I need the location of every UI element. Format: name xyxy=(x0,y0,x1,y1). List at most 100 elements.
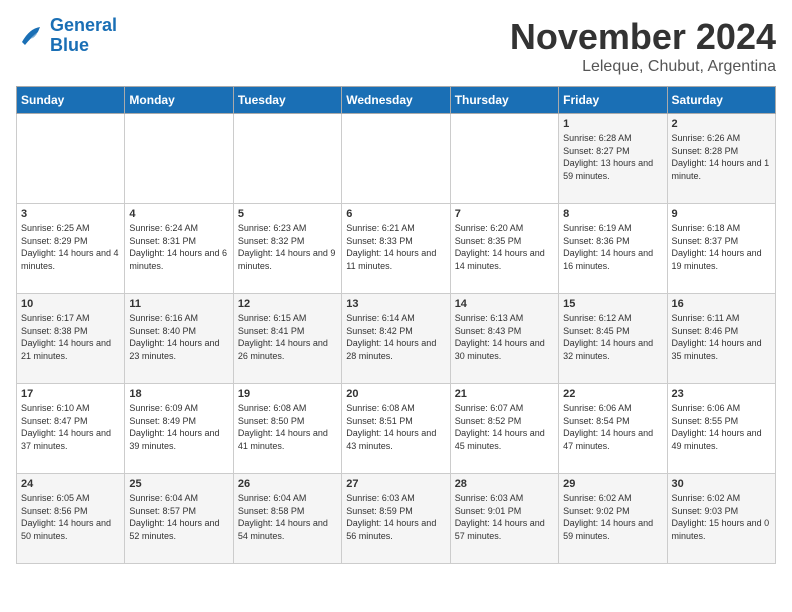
day-detail: Sunrise: 6:05 AMSunset: 8:56 PMDaylight:… xyxy=(21,492,120,542)
header-thursday: Thursday xyxy=(450,87,558,114)
day-number: 5 xyxy=(238,208,337,220)
day-detail: Sunrise: 6:10 AMSunset: 8:47 PMDaylight:… xyxy=(21,402,120,452)
day-number: 18 xyxy=(129,388,228,400)
calendar-cell: 27 Sunrise: 6:03 AMSunset: 8:59 PMDaylig… xyxy=(342,474,450,564)
week-row-1: 3 Sunrise: 6:25 AMSunset: 8:29 PMDayligh… xyxy=(17,204,776,294)
day-number: 14 xyxy=(455,298,554,310)
day-number: 6 xyxy=(346,208,445,220)
day-detail: Sunrise: 6:06 AMSunset: 8:54 PMDaylight:… xyxy=(563,402,662,452)
header-friday: Friday xyxy=(559,87,667,114)
calendar-cell: 11 Sunrise: 6:16 AMSunset: 8:40 PMDaylig… xyxy=(125,294,233,384)
day-detail: Sunrise: 6:06 AMSunset: 8:55 PMDaylight:… xyxy=(672,402,771,452)
day-number: 17 xyxy=(21,388,120,400)
calendar-cell xyxy=(342,114,450,204)
day-number: 15 xyxy=(563,298,662,310)
day-detail: Sunrise: 6:24 AMSunset: 8:31 PMDaylight:… xyxy=(129,222,228,272)
calendar-cell: 6 Sunrise: 6:21 AMSunset: 8:33 PMDayligh… xyxy=(342,204,450,294)
header-monday: Monday xyxy=(125,87,233,114)
day-number: 3 xyxy=(21,208,120,220)
calendar-cell: 23 Sunrise: 6:06 AMSunset: 8:55 PMDaylig… xyxy=(667,384,775,474)
calendar-cell: 8 Sunrise: 6:19 AMSunset: 8:36 PMDayligh… xyxy=(559,204,667,294)
calendar-cell: 10 Sunrise: 6:17 AMSunset: 8:38 PMDaylig… xyxy=(17,294,125,384)
calendar-cell xyxy=(125,114,233,204)
day-number: 16 xyxy=(672,298,771,310)
day-detail: Sunrise: 6:23 AMSunset: 8:32 PMDaylight:… xyxy=(238,222,337,272)
day-number: 2 xyxy=(672,118,771,130)
title-area: November 2024 Leleque, Chubut, Argentina xyxy=(510,16,776,76)
calendar-cell xyxy=(450,114,558,204)
day-number: 12 xyxy=(238,298,337,310)
calendar-cell: 2 Sunrise: 6:26 AMSunset: 8:28 PMDayligh… xyxy=(667,114,775,204)
calendar-table: SundayMondayTuesdayWednesdayThursdayFrid… xyxy=(16,86,776,564)
calendar-cell: 9 Sunrise: 6:18 AMSunset: 8:37 PMDayligh… xyxy=(667,204,775,294)
day-detail: Sunrise: 6:04 AMSunset: 8:57 PMDaylight:… xyxy=(129,492,228,542)
day-number: 20 xyxy=(346,388,445,400)
day-number: 27 xyxy=(346,478,445,490)
day-detail: Sunrise: 6:19 AMSunset: 8:36 PMDaylight:… xyxy=(563,222,662,272)
day-detail: Sunrise: 6:11 AMSunset: 8:46 PMDaylight:… xyxy=(672,312,771,362)
day-detail: Sunrise: 6:03 AMSunset: 8:59 PMDaylight:… xyxy=(346,492,445,542)
day-number: 4 xyxy=(129,208,228,220)
logo-line2: Blue xyxy=(50,35,89,55)
header-tuesday: Tuesday xyxy=(233,87,341,114)
calendar-cell: 18 Sunrise: 6:09 AMSunset: 8:49 PMDaylig… xyxy=(125,384,233,474)
day-detail: Sunrise: 6:07 AMSunset: 8:52 PMDaylight:… xyxy=(455,402,554,452)
day-number: 8 xyxy=(563,208,662,220)
day-number: 19 xyxy=(238,388,337,400)
calendar-cell: 29 Sunrise: 6:02 AMSunset: 9:02 PMDaylig… xyxy=(559,474,667,564)
day-detail: Sunrise: 6:14 AMSunset: 8:42 PMDaylight:… xyxy=(346,312,445,362)
day-detail: Sunrise: 6:03 AMSunset: 9:01 PMDaylight:… xyxy=(455,492,554,542)
day-number: 11 xyxy=(129,298,228,310)
day-detail: Sunrise: 6:08 AMSunset: 8:50 PMDaylight:… xyxy=(238,402,337,452)
calendar-cell: 14 Sunrise: 6:13 AMSunset: 8:43 PMDaylig… xyxy=(450,294,558,384)
day-number: 9 xyxy=(672,208,771,220)
day-number: 23 xyxy=(672,388,771,400)
header-sunday: Sunday xyxy=(17,87,125,114)
day-detail: Sunrise: 6:08 AMSunset: 8:51 PMDaylight:… xyxy=(346,402,445,452)
day-number: 22 xyxy=(563,388,662,400)
calendar-cell: 7 Sunrise: 6:20 AMSunset: 8:35 PMDayligh… xyxy=(450,204,558,294)
month-title: November 2024 xyxy=(510,16,776,58)
calendar-cell: 3 Sunrise: 6:25 AMSunset: 8:29 PMDayligh… xyxy=(17,204,125,294)
calendar-cell: 16 Sunrise: 6:11 AMSunset: 8:46 PMDaylig… xyxy=(667,294,775,384)
week-row-4: 24 Sunrise: 6:05 AMSunset: 8:56 PMDaylig… xyxy=(17,474,776,564)
day-detail: Sunrise: 6:15 AMSunset: 8:41 PMDaylight:… xyxy=(238,312,337,362)
day-detail: Sunrise: 6:12 AMSunset: 8:45 PMDaylight:… xyxy=(563,312,662,362)
day-detail: Sunrise: 6:26 AMSunset: 8:28 PMDaylight:… xyxy=(672,132,771,182)
day-number: 10 xyxy=(21,298,120,310)
day-detail: Sunrise: 6:02 AMSunset: 9:02 PMDaylight:… xyxy=(563,492,662,542)
week-row-2: 10 Sunrise: 6:17 AMSunset: 8:38 PMDaylig… xyxy=(17,294,776,384)
day-detail: Sunrise: 6:25 AMSunset: 8:29 PMDaylight:… xyxy=(21,222,120,272)
calendar-cell: 21 Sunrise: 6:07 AMSunset: 8:52 PMDaylig… xyxy=(450,384,558,474)
day-detail: Sunrise: 6:28 AMSunset: 8:27 PMDaylight:… xyxy=(563,132,662,182)
day-detail: Sunrise: 6:16 AMSunset: 8:40 PMDaylight:… xyxy=(129,312,228,362)
day-detail: Sunrise: 6:04 AMSunset: 8:58 PMDaylight:… xyxy=(238,492,337,542)
day-number: 21 xyxy=(455,388,554,400)
calendar-header-row: SundayMondayTuesdayWednesdayThursdayFrid… xyxy=(17,87,776,114)
calendar-cell: 24 Sunrise: 6:05 AMSunset: 8:56 PMDaylig… xyxy=(17,474,125,564)
calendar-cell: 30 Sunrise: 6:02 AMSunset: 9:03 PMDaylig… xyxy=(667,474,775,564)
day-detail: Sunrise: 6:17 AMSunset: 8:38 PMDaylight:… xyxy=(21,312,120,362)
day-detail: Sunrise: 6:02 AMSunset: 9:03 PMDaylight:… xyxy=(672,492,771,542)
logo-text: General Blue xyxy=(50,16,117,56)
logo-line1: General xyxy=(50,15,117,35)
calendar-cell: 15 Sunrise: 6:12 AMSunset: 8:45 PMDaylig… xyxy=(559,294,667,384)
calendar-cell: 22 Sunrise: 6:06 AMSunset: 8:54 PMDaylig… xyxy=(559,384,667,474)
day-detail: Sunrise: 6:18 AMSunset: 8:37 PMDaylight:… xyxy=(672,222,771,272)
day-number: 28 xyxy=(455,478,554,490)
day-number: 7 xyxy=(455,208,554,220)
day-detail: Sunrise: 6:20 AMSunset: 8:35 PMDaylight:… xyxy=(455,222,554,272)
calendar-cell: 20 Sunrise: 6:08 AMSunset: 8:51 PMDaylig… xyxy=(342,384,450,474)
calendar-cell: 4 Sunrise: 6:24 AMSunset: 8:31 PMDayligh… xyxy=(125,204,233,294)
calendar-cell xyxy=(233,114,341,204)
calendar-cell: 12 Sunrise: 6:15 AMSunset: 8:41 PMDaylig… xyxy=(233,294,341,384)
week-row-3: 17 Sunrise: 6:10 AMSunset: 8:47 PMDaylig… xyxy=(17,384,776,474)
day-number: 26 xyxy=(238,478,337,490)
calendar-cell: 25 Sunrise: 6:04 AMSunset: 8:57 PMDaylig… xyxy=(125,474,233,564)
location-subtitle: Leleque, Chubut, Argentina xyxy=(510,58,776,76)
day-detail: Sunrise: 6:09 AMSunset: 8:49 PMDaylight:… xyxy=(129,402,228,452)
calendar-cell: 19 Sunrise: 6:08 AMSunset: 8:50 PMDaylig… xyxy=(233,384,341,474)
day-detail: Sunrise: 6:13 AMSunset: 8:43 PMDaylight:… xyxy=(455,312,554,362)
header-saturday: Saturday xyxy=(667,87,775,114)
week-row-0: 1 Sunrise: 6:28 AMSunset: 8:27 PMDayligh… xyxy=(17,114,776,204)
